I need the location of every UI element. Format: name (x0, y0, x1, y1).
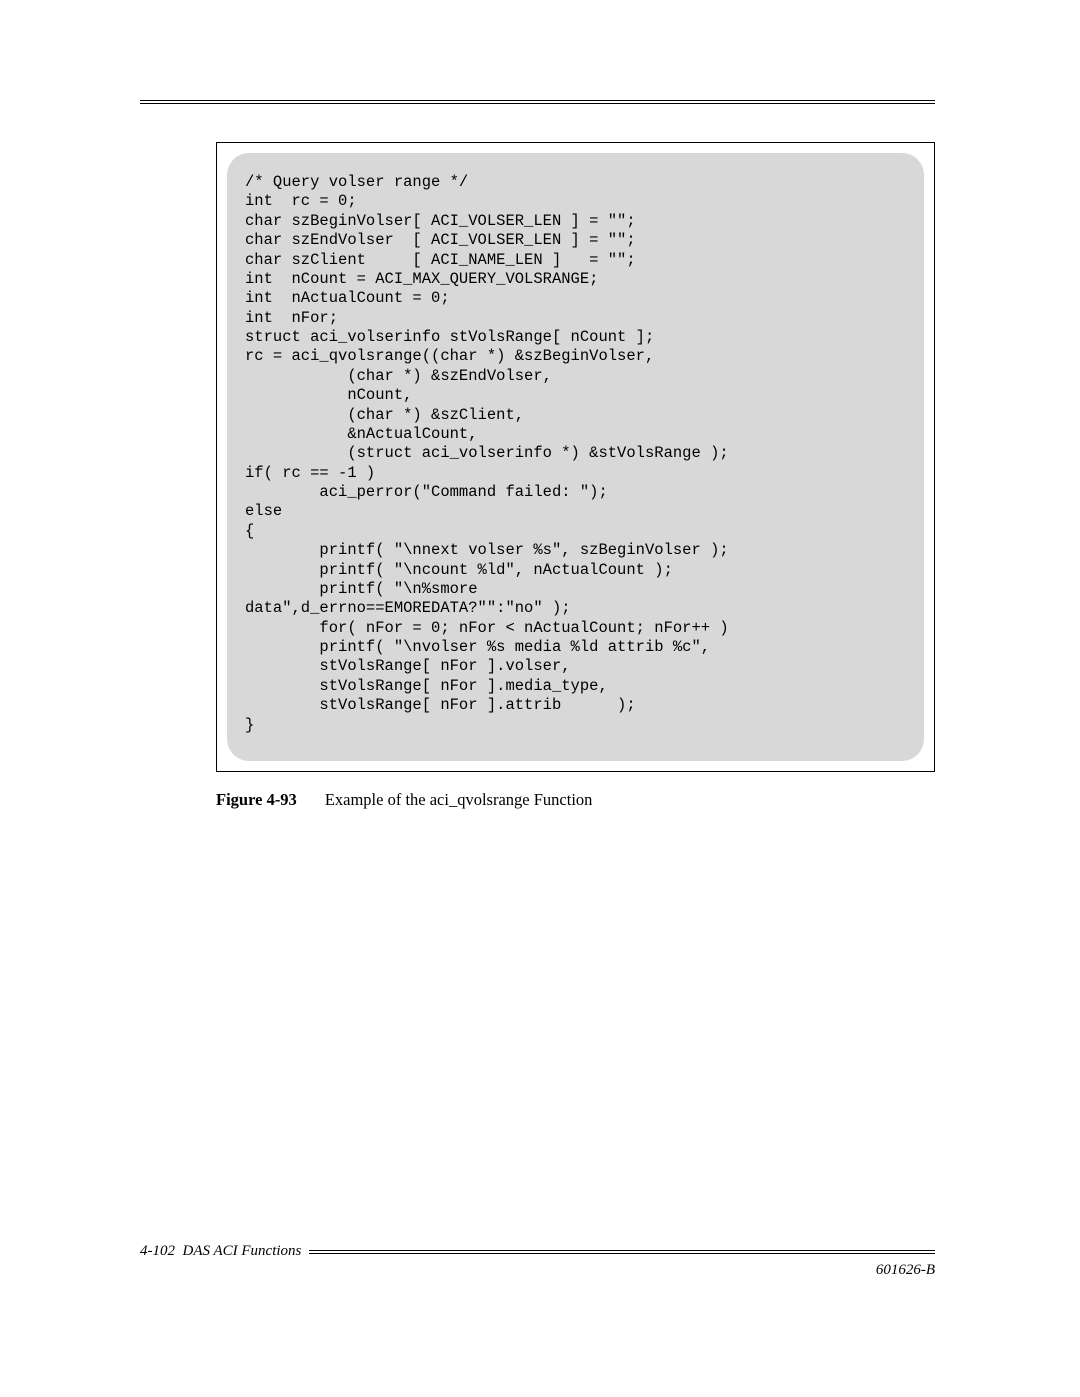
footer-left: 4-102 DAS ACI Functions (140, 1243, 309, 1260)
footer-page: 4-102 (140, 1243, 175, 1259)
figure-caption: Figure 4-93 Example of the aci_qvolsrange… (216, 790, 935, 810)
code-box: /* Query volser range */ int rc = 0; cha… (216, 142, 935, 772)
page-footer: 4-102 DAS ACI Functions 601626-B (140, 1243, 935, 1279)
footer-docid: 601626-B (140, 1262, 935, 1279)
code-listing: /* Query volser range */ int rc = 0; cha… (245, 173, 906, 735)
page-frame: /* Query volser range */ int rc = 0; cha… (140, 100, 935, 1257)
footer-rule-wrap: 4-102 DAS ACI Functions (140, 1243, 935, 1260)
footer-section: DAS ACI Functions (183, 1243, 302, 1259)
code-inner: /* Query volser range */ int rc = 0; cha… (227, 153, 924, 761)
figure-label: Figure 4-93 (216, 790, 297, 809)
figure-text: Example of the aci_qvolsrange Function (325, 790, 593, 809)
footer-rule (309, 1250, 935, 1254)
top-rule (140, 100, 935, 104)
